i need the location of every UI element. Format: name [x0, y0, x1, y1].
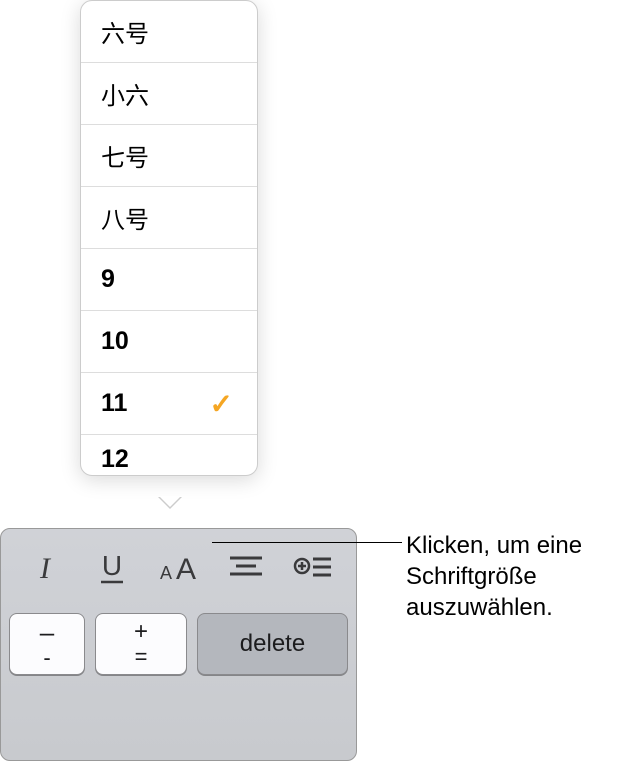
svg-text:I: I — [39, 552, 52, 584]
font-size-option[interactable]: 八号 — [81, 187, 257, 249]
svg-text:A: A — [175, 553, 195, 584]
font-size-button[interactable]: A A — [145, 529, 212, 607]
font-size-label: 10 — [101, 327, 129, 356]
minus-key[interactable]: – - — [9, 613, 85, 675]
key-symbol-top: + — [134, 620, 148, 644]
insert-button[interactable] — [279, 529, 346, 607]
font-size-option[interactable]: 9 — [81, 249, 257, 311]
font-size-label: 9 — [101, 265, 115, 294]
plus-key[interactable]: + = — [95, 613, 187, 675]
font-size-popup: 六号小六七号八号 9 10 11 ✓ 12 — [80, 0, 258, 476]
callout-text: Klicken, um eine Schriftgröße auszuwähle… — [406, 530, 638, 624]
checkmark-icon: ✓ — [210, 387, 233, 420]
keyboard-row: – - + = delete — [1, 607, 356, 683]
insert-icon — [293, 554, 333, 582]
font-size-label: 七号 — [101, 138, 149, 173]
svg-text:U: U — [101, 551, 121, 581]
font-size-option[interactable]: 小六 — [81, 63, 257, 125]
font-size-option[interactable]: 12 — [81, 435, 257, 475]
italic-icon: I — [31, 552, 59, 584]
key-symbol-bottom: = — [135, 646, 148, 668]
font-size-icon: A A — [156, 552, 202, 584]
font-size-label: 11 — [101, 389, 127, 418]
keyboard-toolbar: I U A A — [0, 528, 357, 761]
font-size-option[interactable]: 10 — [81, 311, 257, 373]
font-size-label: 八号 — [101, 200, 149, 235]
key-symbol-top: – — [40, 619, 54, 645]
align-icon — [228, 554, 264, 582]
font-size-label: 12 — [101, 445, 129, 474]
font-size-option[interactable]: 六号 — [81, 1, 257, 63]
delete-label: delete — [240, 632, 305, 656]
font-size-label: 六号 — [101, 14, 149, 49]
popup-tail — [158, 497, 182, 509]
svg-text:A: A — [159, 563, 171, 583]
italic-button[interactable]: I — [11, 529, 78, 607]
font-size-option[interactable]: 七号 — [81, 125, 257, 187]
format-toolbar: I U A A — [1, 529, 356, 607]
font-size-option[interactable]: 11 ✓ — [81, 373, 257, 435]
delete-key[interactable]: delete — [197, 613, 348, 675]
callout-leader-line — [212, 542, 402, 543]
underline-icon: U — [97, 551, 127, 585]
underline-button[interactable]: U — [78, 529, 145, 607]
align-button[interactable] — [212, 529, 279, 607]
key-symbol-bottom: - — [43, 647, 50, 669]
font-size-list[interactable]: 六号小六七号八号 9 10 11 ✓ 12 — [81, 1, 257, 475]
font-size-label: 小六 — [101, 76, 149, 111]
